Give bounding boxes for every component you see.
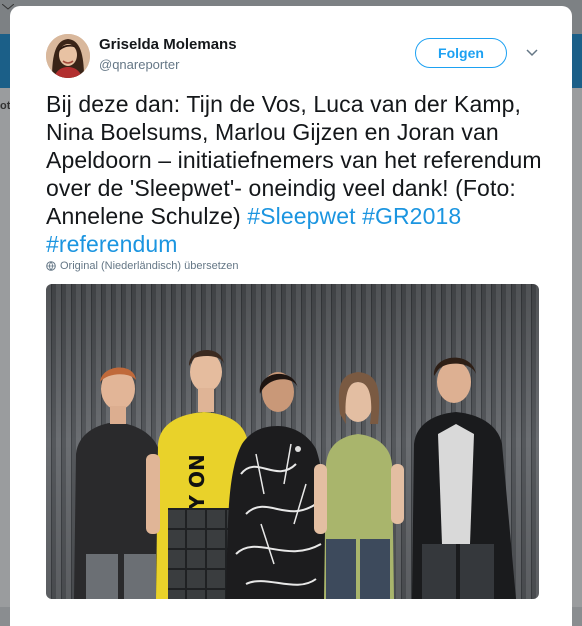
author-name[interactable]: Griselda Molemans [99, 36, 237, 53]
group-photo: RY ON [46, 284, 539, 599]
avatar[interactable] [46, 34, 90, 78]
hashtag-link[interactable]: #Sleepwet [247, 203, 355, 229]
tweet-header: Griselda Molemans @qnareporter Folgen [46, 34, 572, 84]
hashtag-link[interactable]: #GR2018 [362, 203, 461, 229]
background-left-text: ot [0, 100, 11, 112]
tweet-photo[interactable]: RY ON [46, 284, 539, 599]
follow-button[interactable]: Folgen [415, 38, 507, 68]
tweet-text: Bij deze dan: Tijn de Vos, Luca van der … [46, 90, 546, 258]
author-handle[interactable]: @qnareporter [99, 57, 179, 72]
translate-label: Original (Niederländisch) übersetzen [60, 260, 239, 272]
hashtag-link[interactable]: #referendum [46, 231, 178, 257]
translate-link[interactable]: Original (Niederländisch) übersetzen [46, 260, 239, 272]
background-right-panel [572, 88, 582, 607]
tweet-modal: Griselda Molemans @qnareporter Folgen Bi… [10, 6, 572, 626]
avatar-image [46, 34, 90, 78]
chevron-down-icon[interactable] [524, 44, 540, 60]
globe-icon [46, 261, 56, 271]
background-left-panel [0, 88, 10, 607]
